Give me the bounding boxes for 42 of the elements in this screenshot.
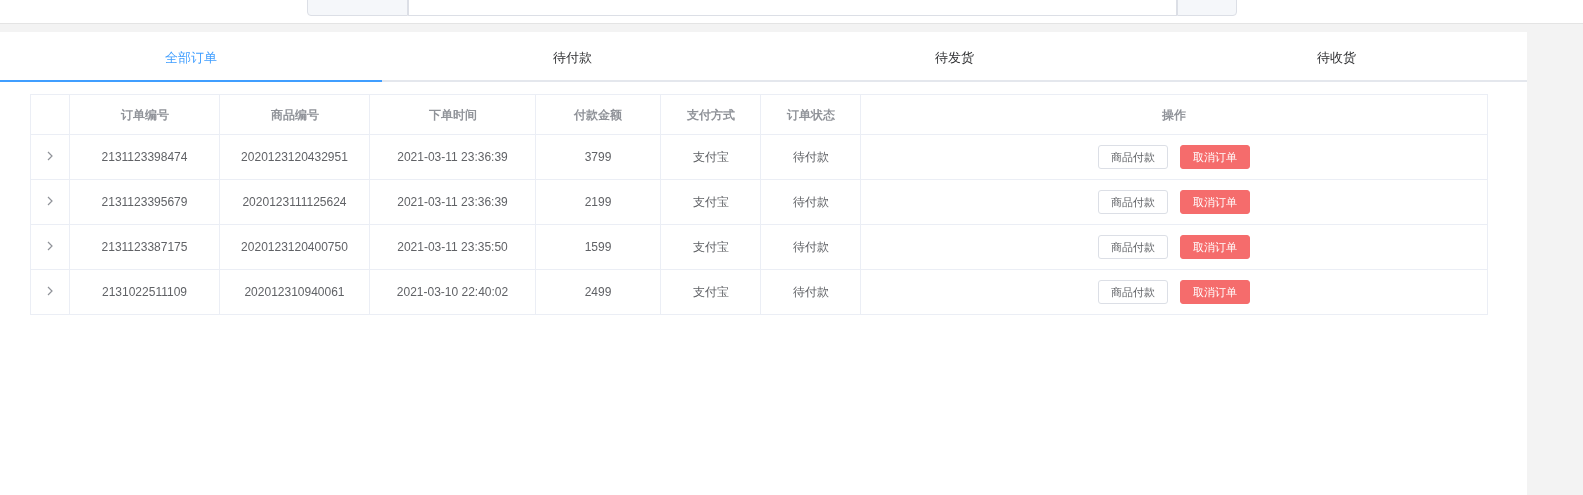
table-cell: 待付款 bbox=[792, 285, 829, 299]
table-cell: 2020123120400750 bbox=[241, 240, 348, 254]
table-cell: 2131123395679 bbox=[101, 195, 188, 209]
table-cell: 待付款 bbox=[792, 195, 829, 209]
tab[interactable]: 待发货 bbox=[763, 32, 1146, 82]
table-cell: 2020123120432951 bbox=[241, 150, 348, 164]
column-header: 付款金额 bbox=[574, 107, 622, 122]
expand-icon[interactable] bbox=[46, 151, 54, 161]
column-header: 下单时间 bbox=[428, 107, 477, 122]
table-cell: 2131123398474 bbox=[101, 150, 188, 164]
pay-button[interactable]: 商品付款 bbox=[1098, 144, 1168, 170]
table-cell: 待付款 bbox=[792, 240, 829, 254]
table-cell: 2020123111125624 bbox=[242, 195, 347, 209]
table-cell: 支付宝 bbox=[692, 150, 729, 164]
column-header: 商品编号 bbox=[270, 107, 319, 122]
tab[interactable]: 待付款 bbox=[381, 32, 764, 82]
pay-button[interactable]: 商品付款 bbox=[1098, 189, 1168, 215]
column-header: 订单编号 bbox=[120, 107, 169, 122]
pay-button[interactable]: 商品付款 bbox=[1098, 234, 1168, 260]
expand-icon[interactable] bbox=[46, 196, 54, 206]
table-cell: 202012310940061 bbox=[244, 285, 345, 299]
tab[interactable]: 待收货 bbox=[1145, 32, 1527, 82]
column-header: 支付方式 bbox=[686, 107, 735, 122]
table-cell: 支付宝 bbox=[692, 285, 729, 299]
table-cell: 2021-03-11 23:35:50 bbox=[397, 240, 508, 254]
table-cell: 2199 bbox=[584, 195, 612, 209]
table-cell: 2131022511109 bbox=[102, 285, 187, 299]
table-cell: 2021-03-11 23:36:39 bbox=[397, 150, 508, 164]
column-header: 操作 bbox=[1162, 107, 1186, 122]
pay-button[interactable]: 商品付款 bbox=[1098, 279, 1168, 305]
table-cell: 2021-03-10 22:40:02 bbox=[396, 285, 509, 299]
table-cell: 1599 bbox=[584, 240, 612, 254]
table-cell: 待付款 bbox=[792, 150, 829, 164]
table-cell: 2131123387175 bbox=[101, 240, 188, 254]
table-cell: 2021-03-11 23:36:39 bbox=[397, 195, 508, 209]
expand-icon[interactable] bbox=[46, 241, 54, 251]
table-cell: 3799 bbox=[584, 150, 612, 164]
table-cell: 2499 bbox=[584, 285, 612, 299]
table-cell: 支付宝 bbox=[692, 195, 729, 209]
expand-icon[interactable] bbox=[46, 286, 54, 296]
column-header: 订单状态 bbox=[786, 107, 835, 122]
table-cell: 支付宝 bbox=[692, 240, 729, 254]
